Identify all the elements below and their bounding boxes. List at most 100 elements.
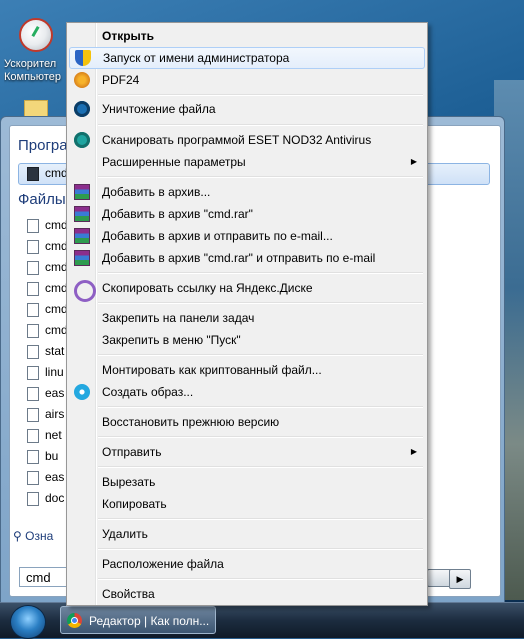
file-icon [27, 449, 39, 464]
programs-header: Програ [18, 137, 68, 154]
menu-item-label: Отправить [102, 445, 162, 459]
menu-item-eset-scan[interactable]: Сканировать программой ESET NOD32 Antivi… [69, 129, 425, 151]
menu-item-add-archive-cmd-email[interactable]: Добавить в архив "cmd.rar" и отправить п… [69, 247, 425, 269]
menu-item-run-as-admin[interactable]: Запуск от имени администратора [69, 47, 425, 69]
menu-item-delete[interactable]: Удалить [69, 523, 425, 545]
menu-separator [98, 176, 423, 178]
menu-item-pin-start[interactable]: Закрепить в меню "Пуск" [69, 329, 425, 351]
file-item[interactable]: linu [27, 362, 64, 382]
file-item[interactable]: cmd [27, 278, 68, 298]
files-header: Файлы [18, 191, 66, 208]
file-icon [27, 218, 39, 233]
start-button[interactable] [10, 605, 46, 639]
file-item[interactable]: eas [27, 383, 64, 403]
menu-item-label: Запуск от имени администратора [103, 51, 290, 65]
see-more-results-link[interactable]: ⚲ Озна [13, 529, 53, 543]
speedometer-icon [19, 18, 53, 52]
menu-separator [98, 518, 423, 520]
file-label: net [45, 428, 62, 442]
shutdown-options-button[interactable]: ▶ [449, 569, 471, 589]
menu-item-label: Уничтожение файла [102, 102, 216, 116]
menu-item-file-location[interactable]: Расположение файла [69, 553, 425, 575]
taskbar-item-browser[interactable]: Редактор | Как полн... [60, 606, 216, 634]
menu-item-pin-taskbar[interactable]: Закрепить на панели задач [69, 307, 425, 329]
file-icon [27, 428, 39, 443]
menu-item-mount-crypto[interactable]: Монтировать как криптованный файл... [69, 359, 425, 381]
menu-item-add-archive-cmd[interactable]: Добавить в архив "cmd.rar" [69, 203, 425, 225]
menu-item-add-archive[interactable]: Добавить в архив... [69, 181, 425, 203]
submenu-arrow-icon: ▶ [410, 447, 417, 456]
menu-item-label: Расположение файла [102, 557, 224, 571]
file-item[interactable]: net [27, 425, 62, 445]
menu-item-restore-version[interactable]: Восстановить прежнюю версию [69, 411, 425, 433]
cmd-icon [27, 166, 39, 181]
menu-item-label: Добавить в архив "cmd.rar" и отправить п… [102, 251, 376, 265]
file-item[interactable]: cmd [27, 215, 68, 235]
menu-item-label: Скопировать ссылку на Яндекс.Диске [102, 281, 313, 295]
file-item[interactable]: stat [27, 341, 64, 361]
menu-item-label: Вырезать [102, 475, 156, 489]
menu-item-label: Добавить в архив... [102, 185, 211, 199]
file-item[interactable]: cmd [27, 320, 68, 340]
file-item[interactable]: airs [27, 404, 64, 424]
file-item[interactable]: cmd [27, 257, 68, 277]
desktop-shortcut-label-1: Ускорител [4, 58, 57, 70]
file-label: cmd [45, 302, 68, 316]
menu-item-cut[interactable]: Вырезать [69, 471, 425, 493]
menu-separator [98, 272, 423, 274]
file-item[interactable]: cmd [27, 236, 68, 256]
context-menu: Открыть Запуск от имени администратора P… [66, 22, 428, 606]
file-icon [27, 344, 39, 359]
menu-item-open[interactable]: Открыть [69, 25, 425, 47]
file-icon [27, 491, 39, 506]
menu-item-label: Расширенные параметры [102, 155, 246, 169]
menu-item-label: PDF24 [102, 73, 140, 87]
menu-item-create-image[interactable]: Создать образ... [69, 381, 425, 403]
menu-item-advanced[interactable]: Расширенные параметры ▶ [69, 151, 425, 173]
file-label: cmd [45, 260, 68, 274]
file-label: bu [45, 449, 59, 463]
file-label: stat [45, 344, 65, 358]
menu-item-yandex-link[interactable]: Скопировать ссылку на Яндекс.Диске [69, 277, 425, 302]
file-icon [27, 281, 39, 296]
menu-item-label: Восстановить прежнюю версию [102, 415, 280, 429]
menu-item-copy[interactable]: Копировать [69, 493, 425, 515]
menu-item-shred[interactable]: Уничтожение файла [69, 98, 425, 120]
disc-image-icon [74, 384, 90, 400]
menu-separator [98, 578, 423, 580]
file-item[interactable]: cmd [27, 299, 68, 319]
menu-item-label: Создать образ... [102, 385, 194, 399]
menu-item-add-archive-email[interactable]: Добавить в архив и отправить по e-mail..… [69, 225, 425, 247]
menu-item-label: Сканировать программой ESET NOD32 Antivi… [102, 133, 372, 147]
file-label: eas [45, 386, 65, 400]
menu-separator [98, 548, 423, 550]
file-icon [27, 260, 39, 275]
file-label: doc [45, 491, 65, 505]
menu-item-label: Закрепить в меню "Пуск" [102, 333, 241, 347]
menu-separator [98, 302, 423, 304]
winrar-icon [74, 250, 90, 266]
file-icon [27, 239, 39, 254]
menu-item-label: Монтировать как криптованный файл... [102, 363, 322, 377]
menu-item-label: Копировать [102, 497, 167, 511]
search-input[interactable]: cmd [19, 567, 69, 587]
file-item[interactable]: eas [27, 467, 64, 487]
file-icon [27, 470, 39, 485]
selected-program[interactable]: cmd [27, 163, 68, 183]
file-icon [27, 365, 39, 380]
file-label: cmd [45, 218, 68, 232]
file-icon [27, 323, 39, 338]
file-item[interactable]: doc [27, 488, 64, 508]
selected-program-label: cmd [45, 166, 68, 180]
menu-item-properties[interactable]: Свойства [69, 583, 425, 605]
file-item[interactable]: bu [27, 446, 58, 466]
file-icon [27, 302, 39, 317]
menu-item-label: Закрепить на панели задач [102, 311, 255, 325]
menu-item-label: Свойства [102, 587, 155, 601]
chrome-icon [67, 613, 82, 628]
desktop-shortcut-accelerator[interactable]: Ускорител Компьютер [4, 18, 68, 84]
file-label: cmd [45, 239, 68, 253]
file-label: linu [45, 365, 64, 379]
menu-item-pdf24[interactable]: PDF24 [69, 69, 425, 91]
menu-item-send-to[interactable]: Отправить ▶ [69, 441, 425, 463]
